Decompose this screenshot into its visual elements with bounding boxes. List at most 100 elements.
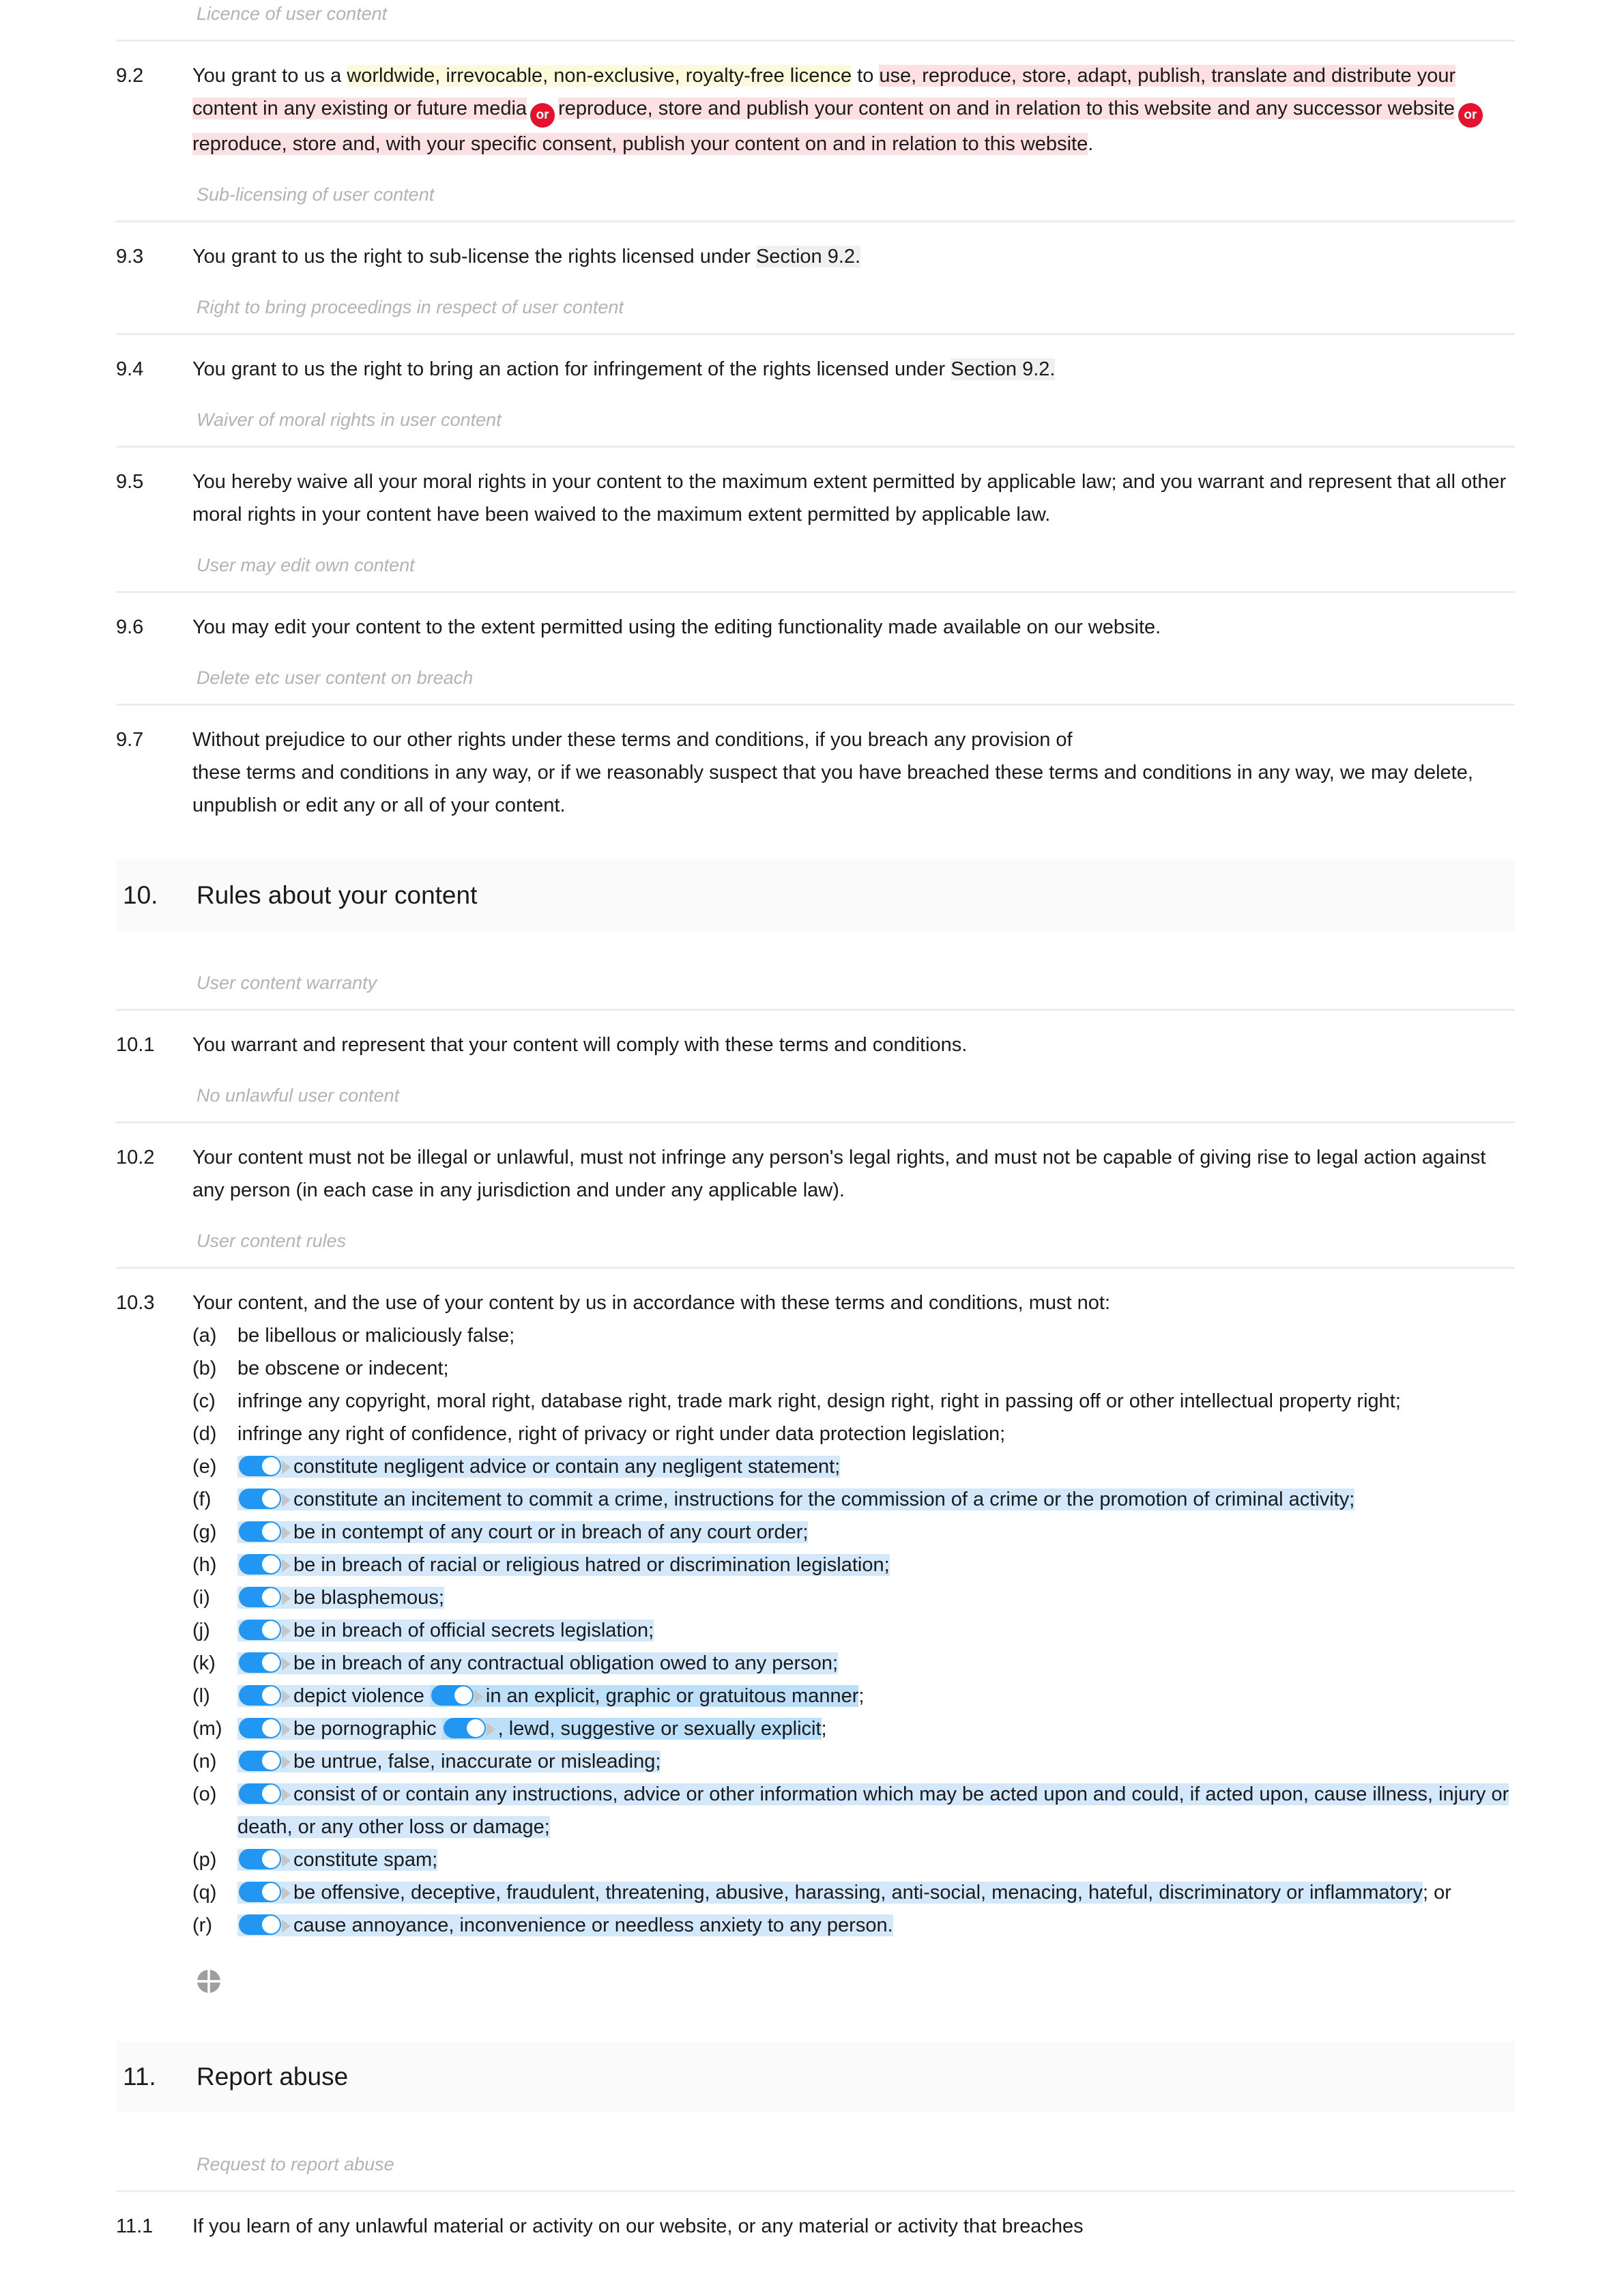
list-item-marker: (c) xyxy=(192,1390,216,1412)
toggle-switch-on-icon[interactable] xyxy=(239,1751,281,1771)
divider xyxy=(116,2190,1515,2192)
text-fragment: be untrue, false, inaccurate or misleadi… xyxy=(293,1751,661,1772)
text-fragment: cause annoyance, inconvenience or needle… xyxy=(293,1914,893,1936)
clause-text-9-6: You may edit your content to the extent … xyxy=(192,616,1161,638)
clause-caption-9-2: Licence of user content xyxy=(197,3,388,24)
list-item: (h) be in breach of racial or religious h… xyxy=(192,1549,1509,1581)
section-number: 10. xyxy=(123,881,158,909)
or-alternative-badge[interactable]: or xyxy=(530,103,555,128)
toggle-switch-on-icon[interactable] xyxy=(239,1718,281,1738)
section-number: 11. xyxy=(123,2063,156,2091)
toggle-switch-on-icon[interactable] xyxy=(239,1914,281,1935)
section-header-11: 11. Report abuse xyxy=(116,2041,1515,2112)
list-item-marker: (q) xyxy=(192,1882,217,1903)
list-item: (b) be obscene or indecent; xyxy=(192,1352,1509,1385)
expand-arrow-icon[interactable] xyxy=(282,1493,291,1507)
list-item: (l) depict violence in an explicit, graph… xyxy=(192,1680,1509,1712)
expand-arrow-icon[interactable] xyxy=(282,1624,291,1638)
text-fragment: be in breach of official secrets legisla… xyxy=(293,1620,654,1641)
clause-line: these terms and conditions in any way, o… xyxy=(192,762,1473,816)
list-item-marker: (f) xyxy=(192,1489,212,1510)
expand-arrow-icon[interactable] xyxy=(282,1526,291,1540)
list-item: (k) be in breach of any contractual oblig… xyxy=(192,1647,1509,1680)
divider xyxy=(116,333,1515,335)
list-item-text: constitute spam; xyxy=(237,1843,1509,1876)
clause-text-11-1: If you learn of any unlawful material or… xyxy=(192,2215,1084,2237)
list-item-marker: (d) xyxy=(192,1423,217,1445)
divider xyxy=(116,1121,1515,1123)
clause-line: Without prejudice to our other rights un… xyxy=(192,729,1073,751)
expand-arrow-icon[interactable] xyxy=(486,1723,495,1736)
clause-number: 9.5 xyxy=(116,471,144,493)
toggle-switch-on-icon[interactable] xyxy=(239,1849,281,1869)
text-fragment: ; or xyxy=(1422,1882,1451,1903)
list-item-marker: (m) xyxy=(192,1718,222,1740)
text-fragment: to xyxy=(852,65,880,87)
text-fragment: constitute spam; xyxy=(293,1849,438,1871)
clause-number: 10.2 xyxy=(116,1147,155,1168)
highlight-blue-rule: depict violence in an explicit, graphic … xyxy=(237,1685,859,1707)
list-item-text: infringe any copyright, moral right, dat… xyxy=(237,1385,1509,1418)
clause-number: 11.1 xyxy=(116,2215,154,2237)
text-fragment: ; xyxy=(858,1685,865,1707)
clause-10-2: 10.2 Your content must not be illegal or… xyxy=(116,1141,1515,1207)
highlight-pink-option-2: reproduce, store and publish your conten… xyxy=(558,98,1455,119)
cross-reference-link[interactable]: Section 9.2. xyxy=(755,246,861,268)
text-fragment: You grant to us a xyxy=(192,65,347,87)
expand-arrow-icon[interactable] xyxy=(282,1592,291,1605)
or-alternative-badge[interactable]: or xyxy=(1458,103,1483,128)
list-item: (g) be in contempt of any court or in bre… xyxy=(192,1516,1509,1549)
toggle-switch-on-icon[interactable] xyxy=(443,1718,486,1738)
expand-arrow-icon[interactable] xyxy=(282,1559,291,1572)
expand-arrow-icon[interactable] xyxy=(282,1854,291,1867)
expand-arrow-icon[interactable] xyxy=(474,1690,483,1704)
toggle-switch-on-icon[interactable] xyxy=(239,1587,281,1607)
clause-number: 9.3 xyxy=(116,246,144,268)
toggle-switch-on-icon[interactable] xyxy=(239,1685,281,1706)
text-fragment: be libellous or maliciously false; xyxy=(237,1325,515,1347)
toggle-switch-on-icon[interactable] xyxy=(239,1783,281,1804)
clause-text-9-2: You grant to us a worldwide, irrevocable… xyxy=(192,59,1509,160)
expand-arrow-icon[interactable] xyxy=(282,1788,291,1802)
text-fragment: constitute negligent advice or contain a… xyxy=(293,1456,841,1478)
quadrant-circle-icon[interactable] xyxy=(197,1969,221,1994)
expand-arrow-icon[interactable] xyxy=(282,1461,291,1474)
clause-text-10-3: Your content, and the use of your conten… xyxy=(192,1287,1509,1942)
divider xyxy=(116,591,1515,593)
toggle-knob xyxy=(262,1654,280,1671)
expand-arrow-icon[interactable] xyxy=(282,1690,291,1704)
text-fragment: You grant to us the right to bring an ac… xyxy=(192,358,951,380)
text-fragment: be obscene or indecent; xyxy=(237,1357,449,1379)
list-item-text: infringe any right of confidence, right … xyxy=(237,1418,1509,1450)
text-fragment: consist of or contain any instructions, … xyxy=(237,1783,1509,1838)
toggle-switch-on-icon[interactable] xyxy=(239,1554,281,1575)
expand-arrow-icon[interactable] xyxy=(282,1886,291,1900)
text-fragment: You grant to us the right to sub-license… xyxy=(192,246,756,268)
text-fragment: be in contempt of any court or in breach… xyxy=(293,1521,809,1543)
highlight-blue-rule: consist of or contain any instructions, … xyxy=(237,1783,1509,1838)
list-item-marker: (j) xyxy=(192,1620,210,1641)
expand-arrow-icon[interactable] xyxy=(282,1657,291,1671)
toggle-switch-on-icon[interactable] xyxy=(431,1685,474,1706)
clause-number: 9.2 xyxy=(116,65,144,87)
list-item: (e) constitute negligent advice or contai… xyxy=(192,1450,1509,1483)
clause-text-9-7: Without prejudice to our other rights un… xyxy=(192,723,1509,822)
toggle-knob xyxy=(262,1785,280,1802)
expand-arrow-icon[interactable] xyxy=(282,1723,291,1736)
toggle-knob xyxy=(262,1457,280,1475)
expand-arrow-icon[interactable] xyxy=(282,1755,291,1769)
text-fragment: , lewd, suggestive or sexually explicit xyxy=(497,1718,822,1740)
cross-reference-link[interactable]: Section 9.2. xyxy=(951,358,1056,380)
toggle-switch-on-icon[interactable] xyxy=(239,1882,281,1902)
toggle-switch-on-icon[interactable] xyxy=(239,1521,281,1542)
toggle-switch-on-icon[interactable] xyxy=(239,1489,281,1509)
list-item-text: be in breach of official secrets legisla… xyxy=(237,1614,1509,1647)
toggle-switch-on-icon[interactable] xyxy=(239,1620,281,1640)
toggle-switch-on-icon[interactable] xyxy=(239,1456,281,1476)
expand-arrow-icon[interactable] xyxy=(282,1919,291,1933)
list-item-marker: (p) xyxy=(192,1849,217,1871)
text-fragment: ; xyxy=(821,1718,827,1740)
toggle-switch-on-icon[interactable] xyxy=(239,1652,281,1673)
clause-number: 9.6 xyxy=(116,616,144,638)
list-item-text: cause annoyance, inconvenience or needle… xyxy=(237,1909,1509,1942)
